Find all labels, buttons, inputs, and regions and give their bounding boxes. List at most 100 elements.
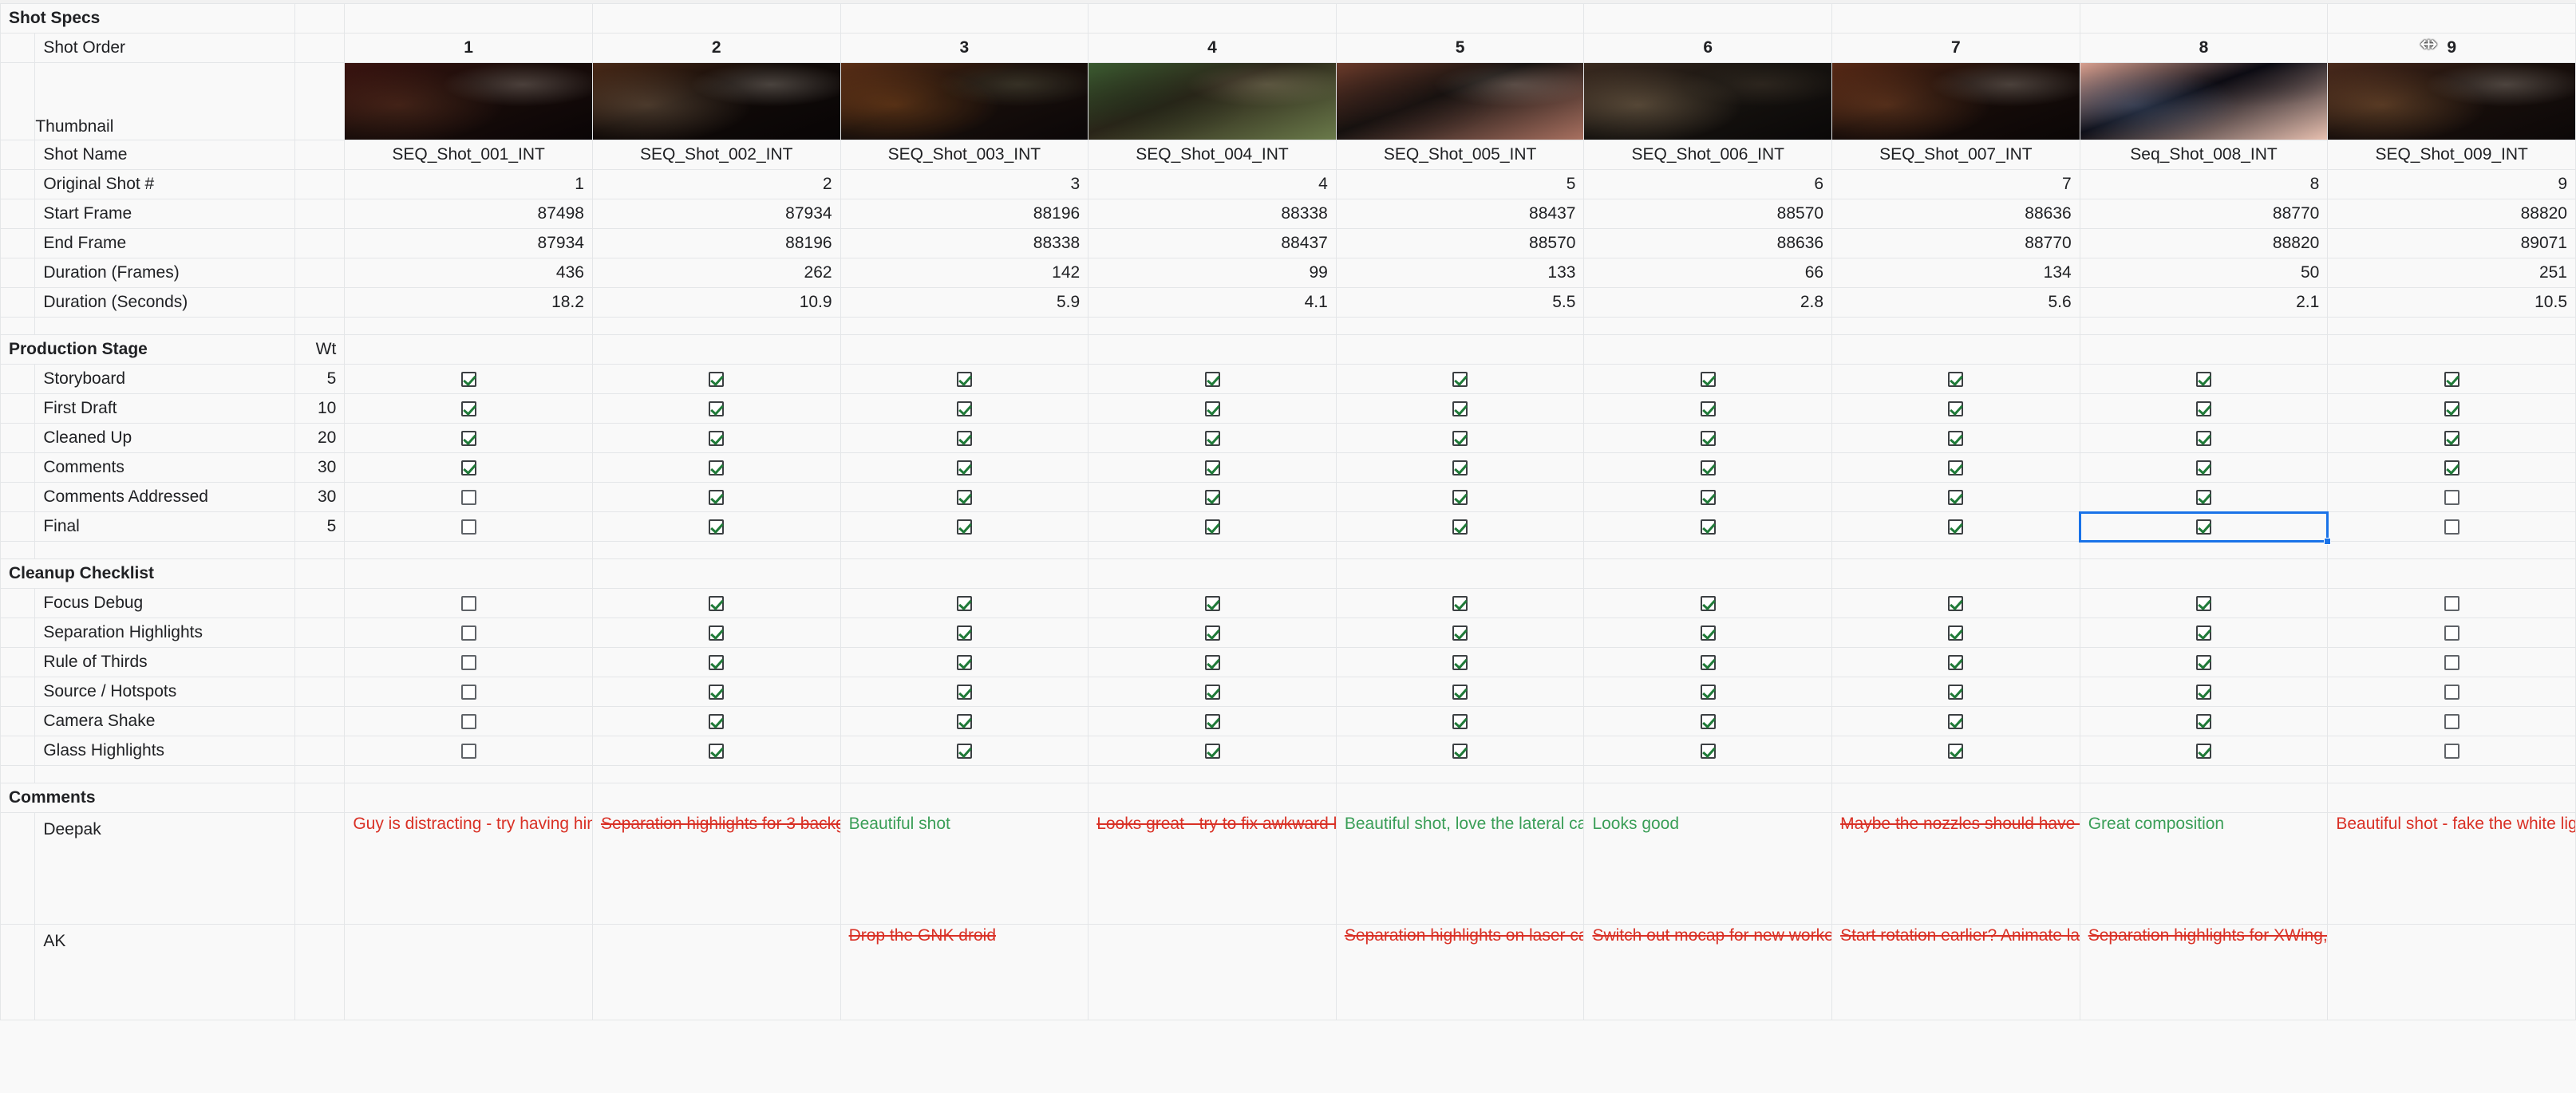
- checkbox-focus_debug-9[interactable]: [2444, 596, 2459, 611]
- cell-end_frame-3[interactable]: 88338: [840, 229, 1088, 258]
- cell-original_shot-3[interactable]: 3: [840, 170, 1088, 199]
- checkbox-focus_debug-6[interactable]: [1701, 596, 1716, 611]
- checkbox-storyboard-5[interactable]: [1452, 372, 1468, 387]
- checkbox-comments-3[interactable]: [957, 460, 972, 475]
- checkbox-separation_highlights-6[interactable]: [1701, 625, 1716, 641]
- cell-start_frame-2[interactable]: 87934: [592, 199, 840, 229]
- cell-duration_seconds-6[interactable]: 2.8: [1584, 288, 1832, 318]
- checkbox-comments-9[interactable]: [2444, 460, 2459, 475]
- comment-cell-deepak-5[interactable]: Beautiful shot, love the lateral camera …: [1336, 813, 1584, 925]
- checkbox-cell-camera_shake-8[interactable]: [2080, 707, 2328, 736]
- checkbox-rule_of_thirds-8[interactable]: [2196, 655, 2211, 670]
- checkbox-cleaned_up-5[interactable]: [1452, 431, 1468, 446]
- cell-shot_name-3[interactable]: SEQ_Shot_003_INT: [840, 140, 1088, 170]
- checkbox-glass_highlights-4[interactable]: [1205, 744, 1220, 759]
- cell-thumbnail-7[interactable]: [1832, 63, 2080, 140]
- checkbox-comments_addressed-6[interactable]: [1701, 490, 1716, 505]
- spreadsheet-canvas[interactable]: Shot SpecsShot Order123456789ThumbnailSh…: [0, 0, 2576, 1093]
- cell-duration_seconds-7[interactable]: 5.6: [1832, 288, 2080, 318]
- checkbox-cell-first_draft-1[interactable]: [345, 394, 593, 424]
- checkbox-cell-source_hotspots-2[interactable]: [592, 677, 840, 707]
- checkbox-storyboard-7[interactable]: [1948, 372, 1963, 387]
- checkbox-cell-comments_addressed-8[interactable]: [2080, 483, 2328, 512]
- checkbox-cell-focus_debug-4[interactable]: [1088, 589, 1337, 618]
- checkbox-cell-separation_highlights-5[interactable]: [1336, 618, 1584, 648]
- checkbox-final-4[interactable]: [1205, 519, 1220, 535]
- checkbox-focus_debug-1[interactable]: [461, 596, 476, 611]
- checkbox-storyboard-4[interactable]: [1205, 372, 1220, 387]
- checkbox-storyboard-1[interactable]: [461, 372, 476, 387]
- cell-thumbnail-8[interactable]: [2080, 63, 2328, 140]
- checkbox-cell-separation_highlights-7[interactable]: [1832, 618, 2080, 648]
- comment-cell-ak-3[interactable]: Drop the GNK droid: [840, 925, 1088, 1020]
- checkbox-final-7[interactable]: [1948, 519, 1963, 535]
- checkbox-cell-first_draft-9[interactable]: [2328, 394, 2576, 424]
- cell-shot-order-4[interactable]: 4: [1088, 34, 1337, 63]
- checkbox-separation_highlights-5[interactable]: [1452, 625, 1468, 641]
- checkbox-cell-separation_highlights-4[interactable]: [1088, 618, 1337, 648]
- cell-end_frame-6[interactable]: 88636: [1584, 229, 1832, 258]
- checkbox-cell-cleaned_up-4[interactable]: [1088, 424, 1337, 453]
- checkbox-storyboard-9[interactable]: [2444, 372, 2459, 387]
- checkbox-cell-storyboard-2[interactable]: [592, 365, 840, 394]
- cell-shot_name-2[interactable]: SEQ_Shot_002_INT: [592, 140, 840, 170]
- cell-thumbnail-2[interactable]: [592, 63, 840, 140]
- cell-duration_frames-2[interactable]: 262: [592, 258, 840, 288]
- cell-shot-order-3[interactable]: 3: [840, 34, 1088, 63]
- checkbox-cell-source_hotspots-8[interactable]: [2080, 677, 2328, 707]
- checkbox-cell-separation_highlights-1[interactable]: [345, 618, 593, 648]
- checkbox-cell-camera_shake-6[interactable]: [1584, 707, 1832, 736]
- checkbox-comments_addressed-5[interactable]: [1452, 490, 1468, 505]
- checkbox-first_draft-6[interactable]: [1701, 401, 1716, 416]
- cell-shot_name-9[interactable]: SEQ_Shot_009_INT: [2328, 140, 2576, 170]
- checkbox-source_hotspots-6[interactable]: [1701, 685, 1716, 700]
- cell-duration_frames-9[interactable]: 251: [2328, 258, 2576, 288]
- checkbox-cell-cleaned_up-6[interactable]: [1584, 424, 1832, 453]
- checkbox-cell-first_draft-5[interactable]: [1336, 394, 1584, 424]
- checkbox-source_hotspots-8[interactable]: [2196, 685, 2211, 700]
- checkbox-cell-storyboard-6[interactable]: [1584, 365, 1832, 394]
- checkbox-cell-storyboard-7[interactable]: [1832, 365, 2080, 394]
- cell-original_shot-7[interactable]: 7: [1832, 170, 2080, 199]
- checkbox-cell-storyboard-1[interactable]: [345, 365, 593, 394]
- cell-thumbnail-3[interactable]: [840, 63, 1088, 140]
- cell-duration_frames-6[interactable]: 66: [1584, 258, 1832, 288]
- checkbox-cell-camera_shake-9[interactable]: [2328, 707, 2576, 736]
- checkbox-cleaned_up-4[interactable]: [1205, 431, 1220, 446]
- checkbox-camera_shake-8[interactable]: [2196, 714, 2211, 729]
- checkbox-source_hotspots-7[interactable]: [1948, 685, 1963, 700]
- checkbox-cell-comments-2[interactable]: [592, 453, 840, 483]
- checkbox-cell-rule_of_thirds-9[interactable]: [2328, 648, 2576, 677]
- checkbox-cleaned_up-3[interactable]: [957, 431, 972, 446]
- checkbox-cell-separation_highlights-2[interactable]: [592, 618, 840, 648]
- checkbox-cell-comments_addressed-7[interactable]: [1832, 483, 2080, 512]
- checkbox-cleaned_up-9[interactable]: [2444, 431, 2459, 446]
- checkbox-rule_of_thirds-2[interactable]: [709, 655, 724, 670]
- cell-shot_name-6[interactable]: SEQ_Shot_006_INT: [1584, 140, 1832, 170]
- checkbox-cell-rule_of_thirds-1[interactable]: [345, 648, 593, 677]
- checkbox-cell-comments_addressed-9[interactable]: [2328, 483, 2576, 512]
- cell-duration_seconds-9[interactable]: 10.5: [2328, 288, 2576, 318]
- checkbox-comments-1[interactable]: [461, 460, 476, 475]
- checkbox-cleaned_up-2[interactable]: [709, 431, 724, 446]
- comment-cell-deepak-2[interactable]: Separation highlights for 3 background X…: [592, 813, 840, 925]
- checkbox-comments-2[interactable]: [709, 460, 724, 475]
- checkbox-cell-source_hotspots-3[interactable]: [840, 677, 1088, 707]
- cell-end_frame-7[interactable]: 88770: [1832, 229, 2080, 258]
- cell-start_frame-9[interactable]: 88820: [2328, 199, 2576, 229]
- checkbox-focus_debug-4[interactable]: [1205, 596, 1220, 611]
- checkbox-first_draft-2[interactable]: [709, 401, 724, 416]
- checkbox-cell-cleaned_up-3[interactable]: [840, 424, 1088, 453]
- cell-start_frame-6[interactable]: 88570: [1584, 199, 1832, 229]
- checkbox-separation_highlights-2[interactable]: [709, 625, 724, 641]
- checkbox-final-8[interactable]: [2196, 519, 2211, 535]
- cell-original_shot-6[interactable]: 6: [1584, 170, 1832, 199]
- checkbox-cleaned_up-1[interactable]: [461, 431, 476, 446]
- comment-cell-ak-8[interactable]: Separation highlights for XWing, focus i…: [2080, 925, 2328, 1020]
- checkbox-cell-final-4[interactable]: [1088, 512, 1337, 542]
- cell-end_frame-8[interactable]: 88820: [2080, 229, 2328, 258]
- checkbox-cell-glass_highlights-1[interactable]: [345, 736, 593, 766]
- comment-cell-ak-7[interactable]: Start rotation earlier? Animate landing …: [1832, 925, 2080, 1020]
- checkbox-rule_of_thirds-1[interactable]: [461, 655, 476, 670]
- checkbox-cell-storyboard-3[interactable]: [840, 365, 1088, 394]
